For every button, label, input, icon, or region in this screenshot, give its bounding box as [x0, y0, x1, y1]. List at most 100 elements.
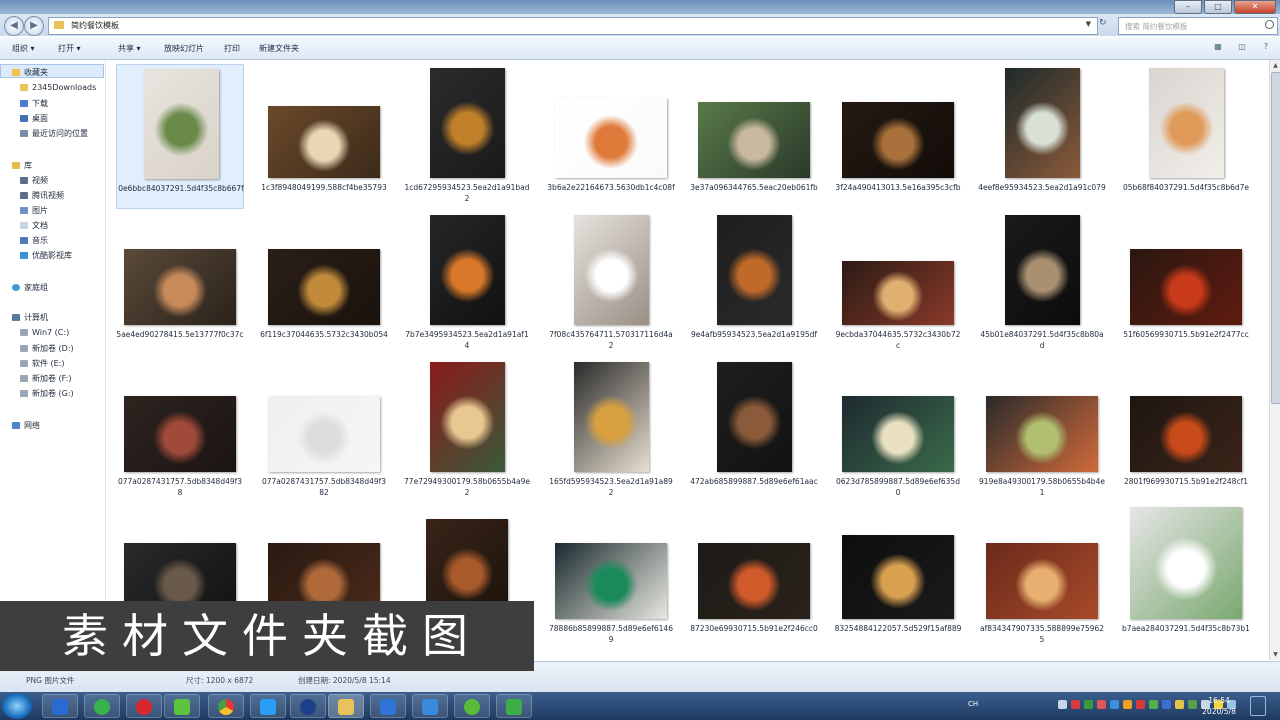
- file-item[interactable]: 77e72949300179.58b0655b4a9e2: [403, 358, 531, 503]
- sidebar-item-drive-d[interactable]: 新加卷 (D:): [20, 343, 74, 354]
- file-item[interactable]: 3b6a2e22164673.5630db1c4c08f: [547, 64, 675, 209]
- sidebar-item-drive-c[interactable]: Win7 (C:): [20, 328, 69, 337]
- favorites-item[interactable]: 收藏夹: [12, 67, 48, 78]
- search-input[interactable]: 搜索 简约餐饮模板: [1118, 17, 1278, 35]
- taskbar-app-1[interactable]: [42, 694, 78, 718]
- libraries-item[interactable]: 库: [12, 160, 32, 171]
- file-item[interactable]: b7aea284037291.5d4f35c8b73b1: [1122, 505, 1250, 650]
- file-thumbnail[interactable]: [698, 543, 810, 619]
- taskbar-app-11[interactable]: [454, 694, 490, 718]
- file-item[interactable]: 077a0287431757.5db8348d49f382: [260, 358, 388, 503]
- sidebar-item-music[interactable]: 音乐: [20, 235, 48, 246]
- taskbar-app-10[interactable]: [412, 694, 448, 718]
- file-item[interactable]: 077a0287431757.5db8348d49f38: [116, 358, 244, 503]
- file-item[interactable]: 1c3f8948049199.588cf4be35793: [260, 64, 388, 209]
- scroll-up-icon[interactable]: ▲: [1270, 60, 1280, 71]
- file-thumbnail[interactable]: [698, 102, 810, 178]
- close-button[interactable]: ✕: [1234, 0, 1276, 14]
- file-item[interactable]: 7b7e3495934523.5ea2d1a91af14: [403, 211, 531, 356]
- scroll-down-icon[interactable]: ▼: [1270, 649, 1280, 660]
- taskbar-video[interactable]: [164, 694, 200, 718]
- file-item[interactable]: 05b68f84037291.5d4f35c8b6d7e: [1122, 64, 1250, 209]
- back-button[interactable]: ◀: [4, 16, 24, 36]
- homegroup-item[interactable]: 家庭组: [12, 282, 48, 293]
- sidebar-item-downloads[interactable]: 下载: [20, 98, 48, 109]
- file-item[interactable]: 9ecbda37044635.5732c3430b72c: [834, 211, 962, 356]
- file-item[interactable]: 0e6bbc84037291.5d4f35c8b667f: [116, 64, 244, 209]
- file-item[interactable]: 51f60569930715.5b91e2f2477cc: [1122, 211, 1250, 356]
- file-item[interactable]: 2801f969930715.5b91e2f248cf1: [1122, 358, 1250, 503]
- file-item[interactable]: 45b01e84037291.5d4f35c8b80ad: [978, 211, 1106, 356]
- taskbar-chrome[interactable]: [208, 694, 244, 718]
- sidebar-item-recent[interactable]: 最近访问的位置: [20, 128, 88, 139]
- taskbar-app-6[interactable]: [250, 694, 286, 718]
- help-icon[interactable]: ?: [1260, 41, 1272, 53]
- file-thumbnail[interactable]: [555, 543, 667, 619]
- input-method-indicator[interactable]: CH: [968, 700, 978, 708]
- file-item[interactable]: 0623d785899887.5d89e6ef635d0: [834, 358, 962, 503]
- sidebar-item-documents[interactable]: 文档: [20, 220, 48, 231]
- file-thumbnail[interactable]: [144, 69, 219, 179]
- new-folder-button[interactable]: 新建文件夹: [259, 43, 299, 54]
- taskbar-app-7[interactable]: [290, 694, 326, 718]
- file-thumbnail[interactable]: [1005, 215, 1080, 325]
- file-thumbnail[interactable]: [430, 68, 505, 178]
- start-button[interactable]: [2, 693, 32, 719]
- file-thumbnail[interactable]: [124, 249, 236, 325]
- file-thumbnail[interactable]: [842, 102, 954, 178]
- dropdown-arrow-icon[interactable]: ▼: [1086, 20, 1091, 28]
- maximize-button[interactable]: □: [1204, 0, 1232, 14]
- sidebar-item-youku[interactable]: 优酷影视库: [20, 250, 72, 261]
- sidebar-item-downloads-2345[interactable]: 2345Downloads: [20, 83, 96, 92]
- taskbar-wps[interactable]: [370, 694, 406, 718]
- file-thumbnail[interactable]: [430, 215, 505, 325]
- sidebar-item-tencent-video[interactable]: 腾讯视频: [20, 190, 64, 201]
- file-thumbnail[interactable]: [430, 362, 505, 472]
- file-thumbnail[interactable]: [1130, 507, 1242, 619]
- file-thumbnail[interactable]: [574, 215, 649, 325]
- file-thumbnail[interactable]: [842, 396, 954, 472]
- file-thumbnail[interactable]: [1130, 249, 1242, 325]
- file-item[interactable]: 919e8a49300179.58b0655b4b4e1: [978, 358, 1106, 503]
- file-item[interactable]: 1cd67295934523.5ea2d1a91bad2: [403, 64, 531, 209]
- minimize-button[interactable]: –: [1174, 0, 1202, 14]
- vertical-scrollbar[interactable]: ▲ ▼: [1269, 60, 1280, 660]
- taskbar-music[interactable]: [126, 694, 162, 718]
- file-item[interactable]: 165fd595934523.5ea2d1a91a892: [547, 358, 675, 503]
- file-thumbnail[interactable]: [268, 396, 380, 472]
- file-thumbnail[interactable]: [268, 249, 380, 325]
- network-item[interactable]: 网络: [12, 420, 40, 431]
- file-thumbnail[interactable]: [986, 543, 1098, 619]
- show-desktop-button[interactable]: [1250, 696, 1266, 716]
- address-bar[interactable]: 简约餐饮模板 ▼: [48, 17, 1098, 35]
- file-item[interactable]: 87230e69930715.5b91e2f246cc0: [690, 505, 818, 650]
- taskbar-wechat[interactable]: [84, 694, 120, 718]
- sidebar-item-drive-e[interactable]: 软件 (E:): [20, 358, 65, 369]
- file-item[interactable]: 83254884122057.5d529f15af889: [834, 505, 962, 650]
- file-item[interactable]: 6f119c37044635.5732c3430b054: [260, 211, 388, 356]
- file-item[interactable]: 472ab685899887.5d89e6ef61aac: [690, 358, 818, 503]
- file-item[interactable]: 3e37a096344765.5eac20eb061fb: [690, 64, 818, 209]
- forward-button[interactable]: ▶: [24, 16, 44, 36]
- file-thumbnail[interactable]: [986, 396, 1098, 472]
- sidebar-item-videos[interactable]: 视频: [20, 175, 48, 186]
- file-thumbnail[interactable]: [842, 261, 954, 325]
- file-thumbnail[interactable]: [555, 98, 667, 178]
- print-button[interactable]: 打印: [224, 43, 240, 54]
- file-item[interactable]: 5ae4ed90278415.5e13777f0c37c: [116, 211, 244, 356]
- view-options-icon[interactable]: ▦: [1212, 41, 1224, 53]
- file-item[interactable]: af834347907335.588899e759625: [978, 505, 1106, 650]
- refresh-button[interactable]: ↻: [1099, 18, 1111, 32]
- file-item[interactable]: 78886b85899887.5d89e6ef61469: [547, 505, 675, 650]
- sidebar-item-pictures[interactable]: 图片: [20, 205, 48, 216]
- clock[interactable]: 16:54 2020/5/8: [1196, 695, 1242, 717]
- sidebar-item-drive-g[interactable]: 新加卷 (G:): [20, 388, 74, 399]
- taskbar-app-12[interactable]: [496, 694, 532, 718]
- sidebar-item-desktop[interactable]: 桌面: [20, 113, 48, 124]
- open-button[interactable]: 打开 ▾: [58, 43, 81, 54]
- slideshow-button[interactable]: 放映幻灯片: [164, 43, 204, 54]
- file-item[interactable]: 7f08c435764711.570317116d4a2: [547, 211, 675, 356]
- share-button[interactable]: 共享 ▾: [118, 43, 141, 54]
- organize-button[interactable]: 组织 ▾: [12, 43, 35, 54]
- file-item[interactable]: 9e4afb95934523.5ea2d1a9195df: [690, 211, 818, 356]
